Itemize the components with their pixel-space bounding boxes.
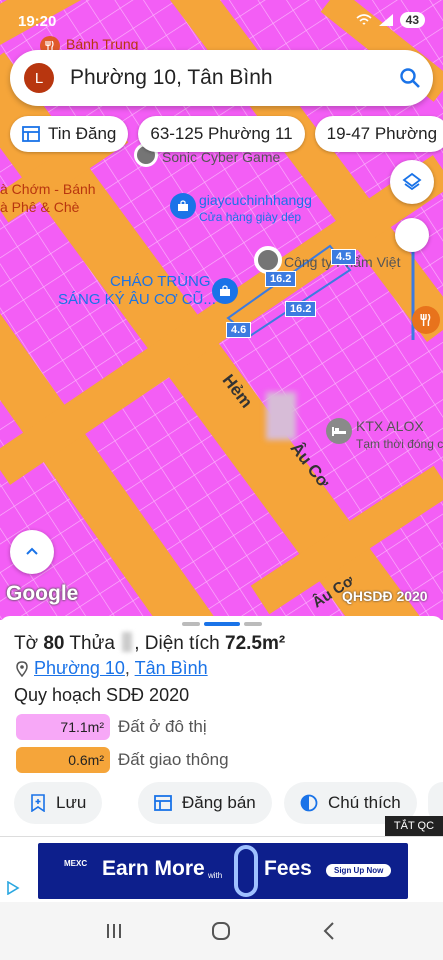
- ad-banner[interactable]: MEXC Earn More with Fees Sign Up Now: [0, 836, 443, 902]
- opacity-slider-handle[interactable]: [395, 218, 429, 252]
- adchoices-icon[interactable]: [6, 880, 20, 900]
- parcel-title: Tờ 80 Thửa , Diện tích 72.5m²: [14, 632, 285, 655]
- poi-label-cha-chom-1[interactable]: à Chớm - Bánh: [0, 181, 96, 197]
- sheet-handle-dot[interactable]: [182, 622, 200, 626]
- poi-label-chao-2[interactable]: SÁNG KÝ ÂU CƠ CŨ...: [58, 292, 216, 308]
- google-logo: Google: [6, 582, 79, 605]
- save-label: Lưu: [56, 793, 87, 812]
- dimension-label: 4.6: [226, 322, 252, 338]
- district-link[interactable]: Tân Bình: [135, 658, 208, 678]
- chevron-up-icon: [26, 547, 38, 555]
- blurred-plot-number: [122, 632, 133, 652]
- post-sale-label: Đăng bán: [182, 793, 256, 812]
- search-icon[interactable]: [387, 55, 433, 101]
- post-sale-button[interactable]: Đăng bán: [138, 782, 272, 824]
- ward-link[interactable]: Phường 10: [34, 658, 125, 678]
- legend-label: Đất ở đô thị: [118, 717, 207, 736]
- chip-address-1[interactable]: 63-125 Phường 11: [138, 116, 305, 152]
- dimension-label: 4.5: [331, 249, 357, 265]
- signal-icon: [378, 14, 393, 26]
- chip-label: Tin Đăng: [48, 124, 117, 143]
- chip-address-2[interactable]: 19-47 Phường: [314, 116, 443, 152]
- map-layer-label: QHSDĐ 2020: [342, 588, 428, 604]
- restaurant-icon[interactable]: [412, 306, 440, 334]
- poi-label-ktx-sub: Tạm thời đóng c: [356, 437, 443, 451]
- place-pin-icon[interactable]: [254, 246, 282, 274]
- back-button[interactable]: [309, 911, 349, 951]
- hotel-icon[interactable]: [326, 418, 352, 444]
- ad-cta-button[interactable]: Sign Up Now: [326, 864, 392, 877]
- legend-label: Chú thích: [328, 793, 401, 812]
- save-button[interactable]: Lưu: [14, 782, 103, 824]
- parcel-info-sheet[interactable]: Tờ 80 Thửa , Diện tích 72.5m² Phường 10,…: [0, 616, 443, 836]
- chip-tin-dang[interactable]: Tin Đăng: [10, 116, 129, 152]
- dimension-label: 16.2: [265, 271, 297, 287]
- chip-label: 63-125 Phường 11: [150, 124, 293, 143]
- ad-headline-small: with: [208, 871, 223, 880]
- add-bookmark-icon: [31, 794, 45, 812]
- plot-label: Thửa: [64, 633, 121, 654]
- chip-label: 19-47 Phường: [326, 124, 438, 143]
- sheet-handle-dot[interactable]: [244, 622, 262, 626]
- shopping-bag-icon[interactable]: [170, 193, 196, 219]
- close-ad-button[interactable]: TẮT QC: [385, 816, 443, 836]
- recent-apps-button[interactable]: [94, 911, 134, 951]
- search-query[interactable]: Phường 10, Tân Bình: [70, 66, 387, 90]
- poi-label-cha-chom-2[interactable]: à Phê & Chè: [0, 199, 79, 215]
- back-icon: [323, 922, 334, 940]
- layers-icon: [402, 172, 422, 191]
- sheet-number: 80: [43, 633, 65, 654]
- legend-swatch: 71.1m²: [16, 714, 110, 740]
- avatar[interactable]: L: [24, 63, 54, 93]
- zero-graphic: [234, 845, 258, 897]
- poi-label-chao-1[interactable]: CHÁO TRÙNG: [110, 274, 211, 290]
- legend-label: Đất giao thông: [118, 750, 229, 769]
- plan-title: Quy hoạch SDĐ 2020: [14, 685, 190, 705]
- location-pin-icon: [16, 660, 28, 677]
- layers-button[interactable]: [390, 160, 434, 204]
- battery-level: 43: [399, 12, 425, 28]
- sheet-handle-active[interactable]: [204, 622, 240, 626]
- poi-label-ktx[interactable]: KTX ALOX: [356, 418, 424, 434]
- area-value: 72.5m²: [225, 633, 286, 654]
- ad-headline-2: Fees: [264, 857, 312, 880]
- expand-up-button[interactable]: [10, 530, 54, 574]
- location-line: Phường 10, Tân Bình: [16, 658, 208, 679]
- legend-row-traffic: 0.6m² Đất giao thông: [16, 747, 229, 773]
- home-button[interactable]: [201, 911, 241, 951]
- separator: ,: [124, 658, 135, 678]
- system-nav-bar: [0, 902, 443, 960]
- area-label: , Diện tích: [134, 633, 226, 654]
- legend-row-residential: 71.1m² Đất ở đô thị: [16, 714, 207, 740]
- filter-chips: Tin Đăng 63-125 Phường 11 19-47 Phường: [10, 116, 443, 152]
- poi-label-giay-sub: Cửa hàng giày dép: [199, 210, 302, 224]
- dimension-label: 16.2: [285, 301, 317, 317]
- title-prefix: Tờ: [14, 633, 44, 654]
- blurred-area: [266, 392, 296, 440]
- ad-brand: MEXC: [64, 859, 88, 868]
- ad-headline: Earn More: [102, 857, 205, 880]
- status-time: 19:20: [18, 13, 57, 30]
- wifi-icon: [356, 14, 372, 25]
- recent-apps-icon: [106, 924, 121, 938]
- listing-icon: [22, 126, 40, 142]
- newspaper-icon: [154, 795, 172, 811]
- search-bar[interactable]: L Phường 10, Tân Bình: [10, 50, 433, 106]
- shopping-bag-icon[interactable]: [212, 278, 238, 304]
- status-bar: 19:20 43: [0, 0, 443, 44]
- home-icon: [212, 922, 231, 940]
- poi-label-giay[interactable]: giaycuchinhhangg: [199, 192, 312, 208]
- legend-swatch: 0.6m²: [16, 747, 110, 773]
- ad-creative[interactable]: MEXC Earn More with Fees Sign Up Now: [38, 843, 408, 899]
- contrast-icon: [300, 794, 318, 812]
